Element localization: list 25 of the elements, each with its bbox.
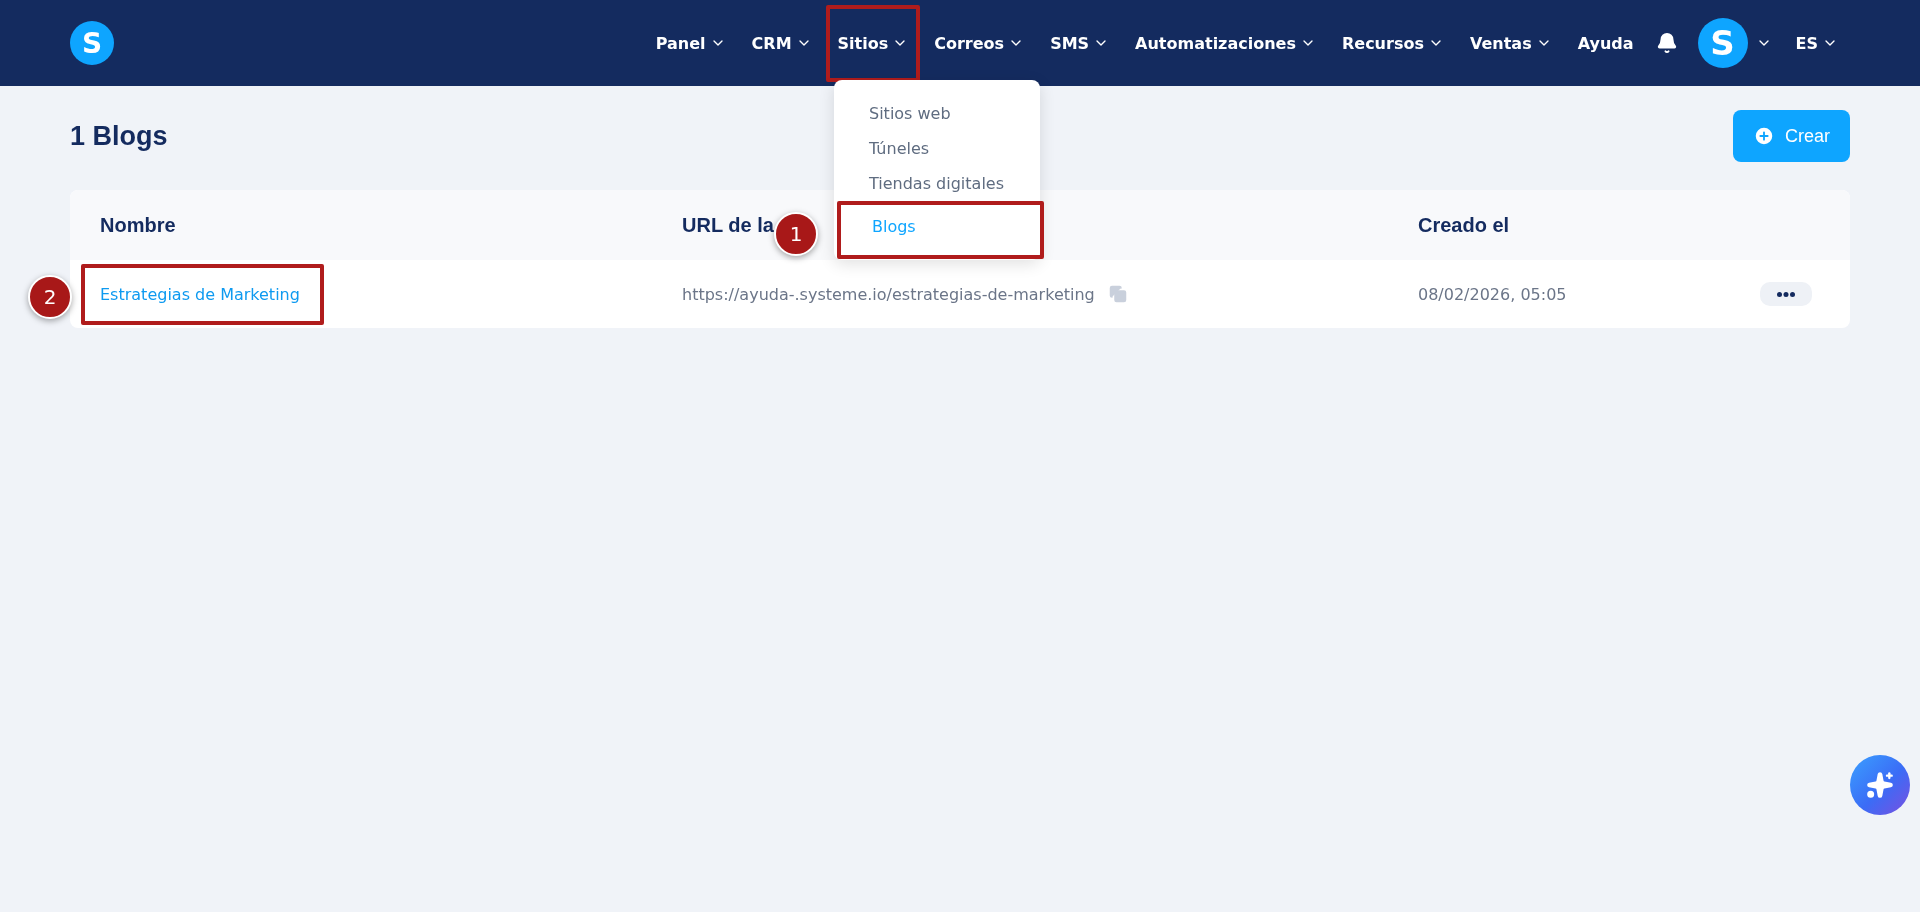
notification-bell-icon[interactable] xyxy=(1655,32,1678,54)
plus-icon xyxy=(1753,125,1775,147)
nav-menu-item[interactable]: SMS xyxy=(1038,21,1122,65)
page-title: 1 Blogs xyxy=(70,120,168,152)
language-selector[interactable]: ES xyxy=(1783,21,1850,65)
step-number: 2 xyxy=(28,274,72,319)
more-button[interactable] xyxy=(1760,282,1812,306)
column-header: Creado el xyxy=(1418,213,1510,236)
more-icon xyxy=(1777,291,1795,297)
blog-url: https://ayuda-.systeme.io/estrategias-de-marketing xyxy=(682,284,1095,304)
column-header: Nombre xyxy=(100,213,176,236)
nav-menu-item[interactable]: Ventas xyxy=(1457,21,1564,65)
column-header: URL de la xyxy=(682,213,774,236)
nav-menu-item[interactable]: Correos xyxy=(922,21,1037,65)
menu-item[interactable]: Sitios web xyxy=(834,96,1040,131)
created-date: 08/02/2026, 05:05 xyxy=(1418,284,1567,304)
menu-item[interactable]: Túneles xyxy=(834,131,1040,166)
nav-menu-item[interactable]: Ayuda xyxy=(1565,21,1646,65)
ai-assistant-button[interactable] xyxy=(1850,755,1910,815)
nav-menu-item[interactable]: CRM xyxy=(739,21,824,65)
nav-menu-item[interactable]: Panel xyxy=(643,21,738,65)
sparkle-icon xyxy=(1866,771,1894,799)
nav-menu-item[interactable]: Automatizaciones xyxy=(1123,21,1328,65)
nav-menu-item[interactable]: Recursos xyxy=(1329,21,1456,65)
menu-item[interactable]: Tiendas digitales xyxy=(834,166,1040,201)
